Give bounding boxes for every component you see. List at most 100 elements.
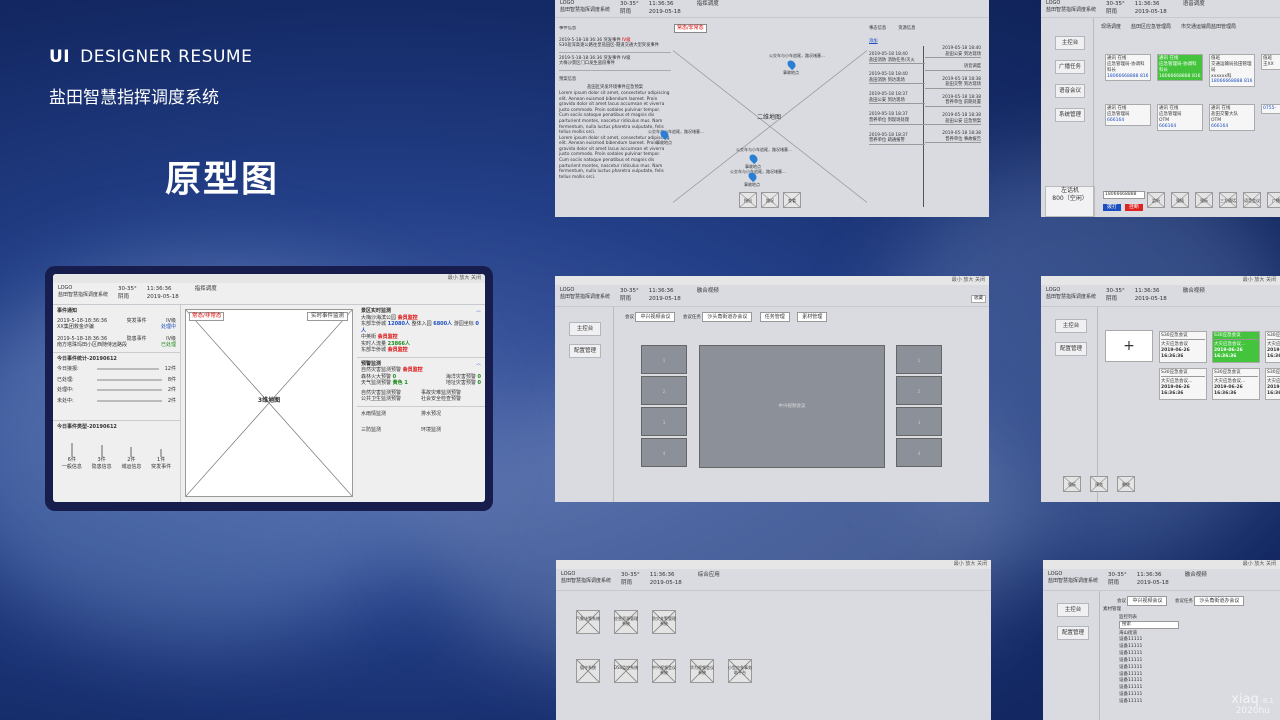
meeting-card[interactable]: S30应急会议大灾应急会议...2019-06-26 16:36:36 <box>1212 331 1260 363</box>
timeline-item[interactable]: 2019-05-18 18:37 普养单位 到现场处理 <box>869 112 925 125</box>
device-item[interactable]: 设备11111 <box>1119 644 1213 650</box>
meeting-action-button[interactable]: 删除 <box>1117 476 1135 492</box>
task-manage-button[interactable]: 任务管理 <box>759 312 790 322</box>
tab-org[interactable]: 盐田区应急管理局 <box>1131 24 1171 31</box>
favorite-button[interactable]: 收藏 <box>971 295 986 303</box>
warn-link[interactable]: 公共卫生监测预警 <box>361 396 421 403</box>
task-select[interactable]: 沙头角街道办会议 <box>702 312 753 322</box>
video-tile[interactable]: 3 <box>641 407 687 436</box>
material-button[interactable]: 素材管理 <box>797 312 828 322</box>
device-item[interactable]: 设备11111 <box>1119 651 1213 657</box>
max-button[interactable]: 放大 <box>963 277 973 283</box>
tab-dispatch[interactable]: 指挥调度 <box>697 0 719 8</box>
env-monitor[interactable]: 环境监测 <box>421 427 481 434</box>
min-button[interactable]: 最小 <box>952 277 962 283</box>
tab-org[interactable]: 现场调度 <box>1101 24 1121 31</box>
tab-voice[interactable]: 语音调度 <box>1183 0 1205 8</box>
device-item[interactable]: 设备11111 <box>1119 637 1213 643</box>
call-action-button[interactable]: 强拆 <box>1195 192 1213 208</box>
nav-config[interactable]: 配置管理 <box>1055 342 1087 356</box>
nav-config[interactable]: 配置管理 <box>1057 626 1089 640</box>
video-tile[interactable]: 2 <box>641 376 687 405</box>
contact-card[interactable]: 通讯 在线 应急管理局 666164 <box>1105 104 1151 126</box>
map-2d[interactable]: 常态/非常态 二维地图 公交车与小车追尾，路况堵塞... 事故地点 公交车与小车追尾… <box>648 22 867 212</box>
nav-button[interactable]: 语音会议 <box>1055 84 1085 98</box>
min-button[interactable]: 最小 <box>1243 561 1253 567</box>
contact-card[interactable]: 值班 王XX <box>1261 54 1280 70</box>
meeting-card[interactable]: S30应急会议大灾应急会议...2019-06-26 16:36:36 <box>1212 368 1260 400</box>
contact-card[interactable]: 通讯 在线 应急管理局 OTM 666164 <box>1157 104 1203 132</box>
app-launcher[interactable]: 小型应急事务助平台 <box>728 659 752 683</box>
min-button[interactable]: 最小 <box>954 561 964 567</box>
call-action-button[interactable]: 强插 <box>1171 192 1189 208</box>
video-tile[interactable]: 2 <box>896 376 942 405</box>
video-tile[interactable]: 4 <box>641 438 687 467</box>
task-select[interactable]: 沙头角街道办会议 <box>1194 596 1245 606</box>
video-tile[interactable]: 1 <box>896 345 942 374</box>
contact-card[interactable]: 通讯 在线 应急管理局-协调科 科长 18066668888 816 <box>1157 54 1203 82</box>
min-button[interactable]: 最小 <box>448 275 458 281</box>
warn-link[interactable]: 社会安全检查预警 <box>421 396 481 403</box>
meeting-card[interactable]: S30应急会议 大灾应急会议 2019-06-26 16:36:36 <box>1159 331 1207 363</box>
tab-fusion[interactable]: 融合视频 <box>1183 287 1205 295</box>
phone-input[interactable]: 18066668888 <box>1103 191 1145 199</box>
meeting-card[interactable]: S30应急会议大灾应急会议...2019-06-26 16:36:36 <box>1265 368 1280 400</box>
close-button[interactable]: 关闭 <box>975 277 985 283</box>
timeline-item[interactable]: 语音调度 <box>925 64 981 71</box>
timeline-item[interactable]: 2019-05-18 18:40 盐田公安 到达现场 <box>925 46 981 59</box>
call-action-button[interactable]: 语音会议 <box>1243 192 1261 208</box>
close-button[interactable]: 关闭 <box>977 561 987 567</box>
call-action-button[interactable]: 监听 <box>1147 192 1165 208</box>
contact-card[interactable]: 通讯 在线 盐田交警大队 OTM 666164 <box>1209 104 1255 132</box>
timeline-item[interactable]: 2019-05-18 18:37 普养单位 疏通报警 <box>869 133 925 145</box>
pump-monitor[interactable]: 排水预况 <box>421 411 481 418</box>
group-label[interactable]: 海山街道 <box>1103 631 1213 637</box>
collapse-icon[interactable]: ︿ <box>476 361 481 368</box>
device-item[interactable]: 设备11111 <box>1119 658 1213 664</box>
app-launcher[interactable]: 应急资源管理系统 <box>614 610 638 634</box>
contact-card[interactable]: 通讯 在线 应急管理局-协调科 科长 18066668888 816 <box>1105 54 1151 82</box>
map-tool-button[interactable]: 指出 <box>739 192 757 208</box>
video-tile[interactable]: 4 <box>896 438 942 467</box>
tab-org[interactable]: 市交通运输局盐田管理局 <box>1181 24 1236 31</box>
max-button[interactable]: 放大 <box>459 275 469 281</box>
call-action-button[interactable]: 三方通话 <box>1219 192 1237 208</box>
hangup-button[interactable]: 挂断 <box>1125 204 1143 211</box>
close-button[interactable]: 关闭 <box>1266 277 1276 283</box>
device-item[interactable]: 设备11111 <box>1119 665 1213 671</box>
collapse-icon[interactable]: ︿ <box>476 308 481 315</box>
max-button[interactable]: 放大 <box>1254 561 1264 567</box>
nav-button[interactable]: 广播任务 <box>1055 60 1085 74</box>
main-video[interactable]: 中兴视频会议 <box>699 345 885 468</box>
contact-card[interactable]: 0755- <box>1261 104 1280 114</box>
app-launcher[interactable]: DSS监控系统 <box>614 659 638 683</box>
app-launcher[interactable]: 值守系统 <box>576 659 600 683</box>
add-meeting-button[interactable]: + <box>1105 330 1153 362</box>
nav-config[interactable]: 配置管理 <box>569 344 601 358</box>
close-button[interactable]: 关闭 <box>471 275 481 281</box>
device-item[interactable]: 设备11111 <box>1119 692 1213 698</box>
timeline-item[interactable]: 2019-05-18 18:40 盐田消防 消防任务/灭火 <box>869 52 925 65</box>
tab-fusion[interactable]: 融合视频 <box>1185 571 1207 579</box>
app-launcher[interactable]: 中兴视频会议系统 <box>652 659 676 683</box>
tab-resources[interactable]: 资源信息 <box>898 26 915 32</box>
map-select[interactable]: 实时事件监测 <box>306 312 348 322</box>
nav-button[interactable]: 主控台 <box>1055 36 1085 50</box>
add-button[interactable]: 添加 <box>869 39 985 45</box>
map-3d[interactable]: 常态/非常态 实时事件监测 3维地图 <box>185 309 353 497</box>
tab-integrated[interactable]: 综合应用 <box>698 571 720 579</box>
close-button[interactable]: 关闭 <box>1266 561 1276 567</box>
timeline-item[interactable]: 2019-05-18 18:37 盐田公安 到达现场 <box>869 92 925 105</box>
meeting-card[interactable]: S30应急会议大灾应急会议...2019-06-26 16:36:36 <box>1265 331 1280 363</box>
meeting-action-button[interactable]: 强拆 <box>1063 476 1081 492</box>
max-button[interactable]: 放大 <box>965 561 975 567</box>
call-action-button[interactable]: 广播 <box>1267 192 1280 208</box>
map-tool-button[interactable]: 路况 <box>761 192 779 208</box>
app-launcher[interactable]: 气象决策系统 <box>576 610 600 634</box>
device-item[interactable]: 设备11111 <box>1119 699 1213 705</box>
map-mode-toggle[interactable]: 常态/非常态 <box>189 312 225 322</box>
app-launcher[interactable]: 防灾关警管理系统 <box>652 610 676 634</box>
meeting-select[interactable]: 中兴视频会议 <box>635 312 676 322</box>
nav-console[interactable]: 主控台 <box>569 322 601 336</box>
video-tile[interactable]: 1 <box>641 345 687 374</box>
